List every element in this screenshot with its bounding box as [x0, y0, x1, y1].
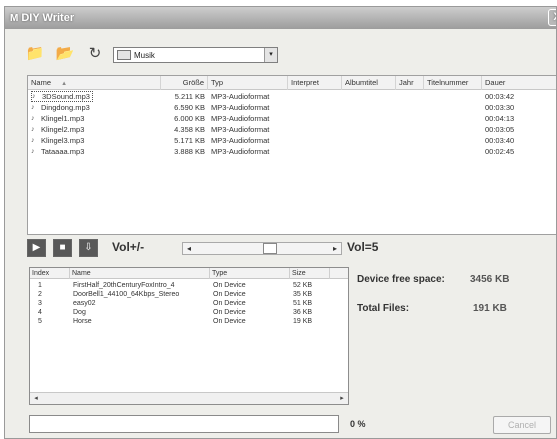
app-logo-icon: M: [10, 12, 19, 24]
audio-file-icon: ♪: [31, 115, 35, 122]
table-row[interactable]: 2 DoorBell1_44100_64Kbps_Stereo On Devic…: [30, 290, 348, 299]
free-space-value: 3456 KB: [470, 274, 510, 285]
column-header-album[interactable]: Albumtitel: [342, 76, 396, 90]
file-row[interactable]: ♪ Klingel1.mp3 6.000 KB MP3-Audioformat 0…: [28, 113, 556, 124]
device-file-list: Index Name Type Size 1 FirstHalf_20thCen…: [29, 267, 349, 405]
stop-icon[interactable]: ■: [53, 239, 72, 257]
write-to-device-icon[interactable]: ⇩: [79, 239, 98, 257]
volume-slider-thumb[interactable]: [263, 243, 277, 254]
column-header-duration[interactable]: Dauer: [482, 76, 556, 90]
folder-up-icon[interactable]: 📁: [25, 44, 45, 64]
table-row[interactable]: 1 FirstHalf_20thCenturyFoxIntro_4 On Dev…: [30, 281, 348, 290]
playback-controls: ▶ ■ ⇩ Vol+/- ◂ ▸ Vol=5: [27, 236, 556, 260]
column-header-year[interactable]: Jahr: [396, 76, 424, 90]
play-icon[interactable]: ▶: [27, 239, 46, 257]
folder-select-value: Musik: [134, 50, 155, 60]
device-list-scrollbar[interactable]: ◂ ▸: [30, 392, 348, 404]
progress-bar: [29, 415, 339, 433]
volume-down-icon[interactable]: ◂: [183, 243, 195, 254]
table-row[interactable]: 5 Horse On Device 19 KB: [30, 317, 348, 326]
volume-up-icon[interactable]: ▸: [329, 243, 341, 254]
file-row[interactable]: ♪ 3DSound.mp3 5.211 KB MP3-Audioformat 00…: [28, 91, 556, 102]
total-files-value: 191 KB: [473, 303, 507, 314]
column-header-size[interactable]: Size: [290, 268, 330, 279]
audio-file-icon: ♪: [31, 148, 35, 155]
column-header-track[interactable]: Titelnummer: [424, 76, 482, 90]
free-space-label: Device free space:: [357, 274, 445, 285]
refresh-icon[interactable]: ↻: [85, 44, 105, 64]
column-header-artist[interactable]: Interpret: [288, 76, 342, 90]
folder-select[interactable]: Musik ▾: [113, 47, 278, 63]
window-title: DIY Writer: [21, 12, 75, 24]
scroll-right-icon[interactable]: ▸: [336, 393, 348, 404]
file-row[interactable]: ♪ Dingdong.mp3 6.590 KB MP3-Audioformat 0…: [28, 102, 556, 113]
column-header-index[interactable]: Index: [30, 268, 70, 279]
column-header-name[interactable]: Name: [70, 268, 210, 279]
audio-file-icon: ♪: [31, 104, 35, 111]
total-files-label: Total Files:: [357, 303, 410, 314]
table-row[interactable]: 4 Dog On Device 36 KB: [30, 308, 348, 317]
volume-slider[interactable]: ◂ ▸: [182, 242, 342, 255]
audio-file-icon: ♪: [31, 137, 35, 144]
close-window-button[interactable]: X: [548, 9, 556, 26]
chevron-down-icon[interactable]: ▾: [264, 48, 277, 62]
volume-label: Vol+/-: [112, 240, 145, 254]
file-row[interactable]: ♪ Klingel3.mp3 5.171 KB MP3-Audioformat 0…: [28, 135, 556, 146]
column-header-type[interactable]: Type: [210, 268, 290, 279]
audio-file-icon: ♪: [31, 126, 35, 133]
device-list-header: Index Name Type Size: [30, 268, 348, 279]
column-header-size[interactable]: Größe: [161, 76, 208, 90]
column-header-type[interactable]: Typ: [208, 76, 288, 90]
progress-percent: 0 %: [350, 419, 366, 429]
column-header-name[interactable]: Name ▲: [28, 76, 161, 90]
file-list: Name ▲ Größe Typ Interpret Albumtitel Ja…: [27, 75, 556, 235]
scroll-left-icon[interactable]: ◂: [30, 393, 42, 404]
volume-value: Vol=5: [347, 240, 379, 254]
cancel-button[interactable]: Cancel: [493, 416, 551, 434]
folder-icon: [117, 50, 131, 60]
toolbar: 📁 📂 ↻ Musik ▾: [5, 29, 556, 73]
diy-writer-window: M DIY Writer X 📁 📂 ↻ Musik ▾ Name ▲ Größ…: [4, 6, 557, 439]
open-folder-icon[interactable]: 📂: [55, 44, 75, 64]
audio-file-icon: ♪: [32, 93, 36, 100]
file-list-header: Name ▲ Größe Typ Interpret Albumtitel Ja…: [28, 76, 556, 90]
table-row[interactable]: 3 easy02 On Device 51 KB: [30, 299, 348, 308]
file-row[interactable]: ♪ Klingel2.mp3 4.358 KB MP3-Audioformat 0…: [28, 124, 556, 135]
title-bar: M DIY Writer X: [5, 7, 556, 29]
file-row[interactable]: ♪ Tataaaa.mp3 3.888 KB MP3-Audioformat 00…: [28, 146, 556, 157]
sort-ascending-icon: ▲: [61, 81, 68, 87]
